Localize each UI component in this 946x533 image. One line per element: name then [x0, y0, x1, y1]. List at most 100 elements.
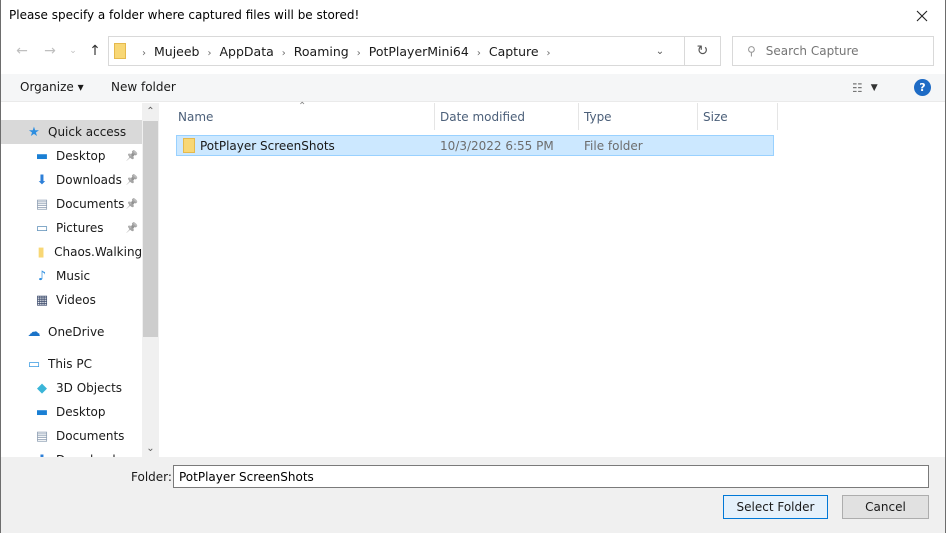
sidebar-item-label: OneDrive [48, 325, 105, 339]
forward-button[interactable]: → [40, 40, 60, 62]
column-label: Type [584, 109, 612, 124]
sidebar-item-label: This PC [48, 357, 92, 371]
breadcrumb-separator-icon[interactable]: › [547, 48, 551, 59]
up-arrow-icon: ↑ [89, 43, 101, 59]
sidebar-icon: ▦ [35, 292, 49, 308]
sidebar-icon: ▬ [35, 404, 49, 420]
chevron-down-icon: ⌄ [69, 46, 77, 56]
organize-button[interactable]: Organize ▾ [20, 80, 84, 94]
sidebar-item-music[interactable]: ♪ Music [1, 264, 142, 288]
sidebar-item-documents[interactable]: ▤ Documents [1, 424, 142, 448]
sidebar-item-label: Downloads [56, 173, 122, 187]
breadcrumb-item[interactable]: AppData [220, 44, 274, 59]
sidebar-item-chaos-walking-2[interactable]: ▮ Chaos.Walking.2 [1, 240, 142, 264]
file-name: PotPlayer ScreenShots [200, 138, 335, 153]
dialog-title: Please specify a folder where captured f… [9, 8, 360, 22]
column-label: Size [703, 109, 728, 124]
sidebar-item-label: Chaos.Walking.2 [54, 245, 142, 259]
file-list: ⌃ Name Date modified Type Size PotPlayer… [160, 101, 945, 457]
sidebar-icon: ⬇ [36, 172, 48, 188]
view-options-button[interactable]: ☷ ▼ [852, 81, 878, 95]
sidebar-item-onedrive[interactable]: ☁ OneDrive [1, 320, 142, 344]
scroll-up-button[interactable]: ⌃ [142, 103, 158, 120]
cancel-button[interactable]: Cancel [842, 495, 929, 519]
sidebar-item-pictures[interactable]: ▭ Pictures 📌 [1, 216, 142, 240]
search-box[interactable]: ⚲ [732, 36, 934, 66]
refresh-icon: ↻ [696, 43, 709, 59]
sidebar-icon: ▮ [37, 244, 45, 260]
address-bar[interactable]: › Mujeeb › AppData › Roaming › PotPlayerMini64 ›… [108, 36, 721, 66]
file-type: File folder [584, 138, 643, 153]
column-header-date-modified[interactable]: Date modified [435, 103, 579, 130]
scrollbar-thumb[interactable] [143, 121, 158, 337]
navigation-pane: ★ Quick access ▬ Desktop 📌 ⬇ Downloads 📌 ▤ Docume… [1, 103, 159, 457]
sidebar-item-desktop[interactable]: ▬ Desktop [1, 400, 142, 424]
close-icon [916, 10, 928, 21]
sidebar-item-label: Music [56, 269, 91, 283]
close-button[interactable] [899, 0, 945, 31]
file-date: 10/3/2022 6:55 PM [440, 138, 554, 153]
chevron-down-icon: ⌄ [655, 45, 665, 57]
sidebar-icon: ♪ [37, 268, 47, 284]
sidebar-icon: ▤ [35, 196, 49, 212]
sidebar-item-label: Quick access [48, 125, 127, 139]
column-header-size[interactable]: Size [698, 103, 778, 130]
column-header-name[interactable]: Name [173, 103, 435, 130]
folder-label: Folder: [131, 470, 172, 484]
sidebar-item-documents[interactable]: ▤ Documents 📌 [1, 192, 142, 216]
sidebar-item-label: Documents [56, 197, 125, 211]
scroll-down-button[interactable]: ⌄ [142, 440, 158, 457]
sidebar-item-3d-objects[interactable]: ◆ 3D Objects [1, 376, 142, 400]
sidebar-item-quick-access[interactable]: ★ Quick access [1, 120, 142, 144]
sidebar-item-downloads[interactable]: ⬇Downloads [1, 448, 142, 458]
folder-icon [183, 138, 195, 153]
back-button[interactable]: ← [12, 40, 32, 62]
title-bar: Please specify a folder where captured f… [1, 0, 945, 31]
forward-icon: → [44, 43, 56, 59]
breadcrumb-item[interactable]: Mujeeb [154, 44, 200, 59]
folder-icon [114, 43, 126, 59]
breadcrumb-separator-icon[interactable]: › [282, 48, 286, 59]
folder-picker-dialog: Please specify a folder where captured f… [0, 0, 946, 533]
search-input[interactable] [765, 44, 916, 58]
sidebar-icon: ◆ [37, 380, 47, 396]
pin-icon: 📌 [125, 222, 138, 234]
breadcrumb-separator-icon[interactable]: › [477, 48, 481, 59]
sidebar-item-label: Pictures [56, 221, 104, 235]
help-icon: ? [919, 81, 926, 94]
sidebar-icon: ★ [28, 124, 40, 140]
address-history-dropdown[interactable]: ⌄ [648, 37, 672, 65]
sidebar-icon: ☁ [27, 324, 41, 340]
pin-icon: 📌 [125, 198, 138, 210]
column-label: Date modified [440, 109, 526, 124]
column-header-type[interactable]: Type [579, 103, 698, 130]
breadcrumb-separator-icon[interactable]: › [142, 48, 146, 59]
breadcrumb-item[interactable]: Roaming [294, 44, 349, 59]
breadcrumb-separator-icon[interactable]: › [357, 48, 361, 59]
navigation-scrollbar[interactable]: ⌃ ⌄ [142, 103, 158, 457]
breadcrumb-item[interactable]: PotPlayerMini64 [369, 44, 469, 59]
recent-locations-button[interactable]: ⌄ [63, 40, 83, 62]
sidebar-item-this-pc[interactable]: ▭ This PC [1, 352, 142, 376]
sidebar-item-label: 3D Objects [56, 381, 123, 395]
folder-name-input[interactable] [173, 465, 929, 488]
sidebar-icon: ▬ [35, 148, 49, 164]
sidebar-item-downloads[interactable]: ⬇ Downloads 📌 [1, 168, 142, 192]
new-folder-button[interactable]: New folder [111, 80, 176, 94]
select-folder-button[interactable]: Select Folder [723, 495, 828, 519]
breadcrumb-separator-icon[interactable]: › [208, 48, 212, 59]
breadcrumb-item[interactable]: Capture [489, 44, 539, 59]
sidebar-item-label: Documents [56, 429, 125, 443]
sidebar-item-desktop[interactable]: ▬ Desktop 📌 [1, 144, 142, 168]
help-button[interactable]: ? [914, 79, 931, 96]
pin-icon: 📌 [125, 150, 138, 162]
sidebar-icon: ▭ [35, 220, 49, 236]
sidebar-icon: ▤ [35, 428, 49, 444]
dialog-footer: Folder: Select Folder Cancel [1, 457, 945, 533]
sidebar-item-videos[interactable]: ▦ Videos [1, 288, 142, 312]
back-icon: ← [16, 43, 28, 59]
sidebar-item-label: Desktop [56, 149, 106, 163]
file-row[interactable]: PotPlayer ScreenShots 10/3/2022 6:55 PM … [176, 135, 774, 156]
refresh-button[interactable]: ↻ [684, 37, 720, 65]
up-button[interactable]: ↑ [85, 40, 105, 62]
